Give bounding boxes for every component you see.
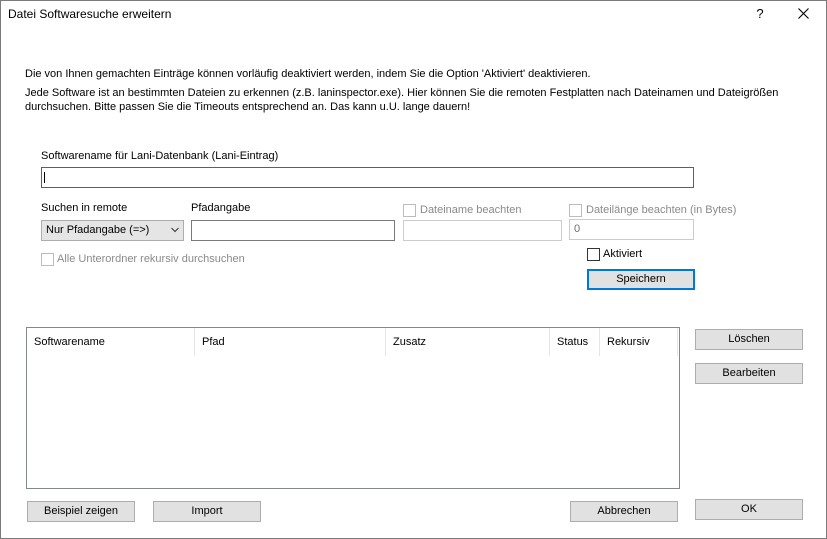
- import-button[interactable]: Import: [153, 501, 261, 522]
- pfad-label: Pfadangabe: [191, 202, 251, 214]
- close-icon: [797, 8, 809, 19]
- softwarename-input[interactable]: [41, 167, 694, 188]
- dateilaenge-checkbox[interactable]: [569, 204, 582, 217]
- info-text-3: durchsuchen. Bitte passen Sie die Timeou…: [25, 101, 471, 113]
- help-icon: ?: [756, 6, 764, 21]
- close-button[interactable]: [790, 4, 816, 24]
- save-button[interactable]: Speichern: [587, 269, 695, 290]
- suchen-value: Nur Pfadangabe (=>): [46, 224, 150, 236]
- dialog-window: Datei Softwaresuche erweitern ? Die von …: [0, 0, 827, 539]
- dateilaenge-input[interactable]: 0: [569, 219, 694, 240]
- ok-button[interactable]: OK: [695, 499, 803, 520]
- suchen-label: Suchen in remote: [41, 202, 128, 214]
- chevron-down-icon: [171, 227, 179, 233]
- dateiname-checkbox[interactable]: [403, 204, 416, 217]
- column-header-softwarename[interactable]: Softwarename: [27, 328, 195, 356]
- dateiname-label: Dateiname beachten: [420, 204, 522, 216]
- window-title: Datei Softwaresuche erweitern: [8, 7, 172, 21]
- info-text-1: Die von Ihnen gemachten Einträge können …: [25, 68, 591, 80]
- column-header-rekursiv[interactable]: Rekursiv: [600, 328, 678, 356]
- software-table[interactable]: Softwarename Pfad Zusatz Status Rekursiv: [26, 327, 680, 489]
- aktiviert-label: Aktiviert: [603, 248, 643, 260]
- column-header-pfad[interactable]: Pfad: [195, 328, 386, 356]
- column-header-status[interactable]: Status: [550, 328, 600, 356]
- rekursiv-label: Alle Unterordner rekursiv durchsuchen: [57, 253, 245, 265]
- dateilaenge-value: 0: [574, 223, 581, 235]
- example-button[interactable]: Beispiel zeigen: [27, 501, 135, 522]
- aktiviert-checkbox[interactable]: [587, 248, 600, 261]
- info-text-2: Jede Software ist an bestimmten Dateien …: [25, 87, 779, 99]
- help-button[interactable]: ?: [749, 4, 771, 24]
- rekursiv-checkbox[interactable]: [41, 253, 54, 266]
- cancel-button[interactable]: Abbrechen: [570, 501, 678, 522]
- suchen-select[interactable]: Nur Pfadangabe (=>): [41, 220, 184, 241]
- text-caret: [44, 172, 45, 183]
- softwarename-label: Softwarename für Lani-Datenbank (Lani-Ei…: [41, 150, 279, 162]
- delete-button[interactable]: Löschen: [695, 329, 803, 350]
- edit-button[interactable]: Bearbeiten: [695, 363, 803, 384]
- dateilaenge-label: Dateilänge beachten (in Bytes): [586, 204, 737, 216]
- column-header-zusatz[interactable]: Zusatz: [386, 328, 550, 356]
- pfad-input[interactable]: [191, 220, 395, 241]
- dateiname-input[interactable]: [403, 220, 562, 241]
- table-header: Softwarename Pfad Zusatz Status Rekursiv: [27, 328, 679, 356]
